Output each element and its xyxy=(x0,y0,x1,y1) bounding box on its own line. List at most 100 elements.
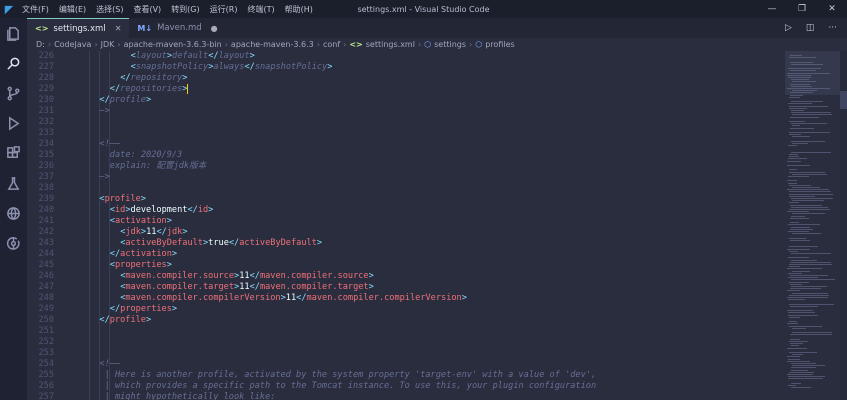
code-line[interactable]: 255 | Here is another profile, activated … xyxy=(27,370,785,381)
minimap-line xyxy=(790,70,816,72)
code-line[interactable]: 253 xyxy=(27,348,785,359)
code-line[interactable]: 228 </repository> xyxy=(27,73,785,84)
code-line[interactable]: 248 <maven.compiler.compilerVersion>11</m… xyxy=(27,293,785,304)
minimize-icon[interactable]: — xyxy=(757,0,787,18)
code-line[interactable]: 244 </activation> xyxy=(27,249,785,260)
chevron-right-icon: › xyxy=(343,40,347,49)
minimap-line xyxy=(791,198,833,199)
breadcrumb-item[interactable]: apache-maven-3.6.3 xyxy=(231,40,314,49)
breadcrumb-item[interactable]: D: xyxy=(36,40,45,49)
menu-go[interactable]: 转到(G) xyxy=(171,4,199,15)
menu-selection[interactable]: 选择(S) xyxy=(96,4,123,15)
remote-explorer-icon[interactable] xyxy=(0,198,27,228)
menu-run[interactable]: 运行(R) xyxy=(210,4,238,15)
code-line[interactable]: 254 <!—— xyxy=(27,359,785,370)
minimap-line xyxy=(790,83,810,85)
menu-edit[interactable]: 编辑(E) xyxy=(59,4,86,15)
code-line[interactable]: 242 <jdk>11</jdk> xyxy=(27,227,785,238)
code-line[interactable]: 243 <activeByDefault>true</activeByDefaul… xyxy=(27,238,785,249)
more-actions-icon[interactable]: ··· xyxy=(828,23,837,33)
code-token: > xyxy=(182,73,188,83)
close-tab-icon[interactable]: ✕ xyxy=(115,24,122,33)
code-line[interactable]: 234 <!—— xyxy=(27,139,785,150)
code-line[interactable]: 226 <layout>default</layout> xyxy=(27,51,785,62)
minimap-line xyxy=(789,121,805,122)
breadcrumb-item[interactable]: apache-maven-3.6.3-bin xyxy=(124,40,222,49)
code-line[interactable]: 240 <id>development</id> xyxy=(27,205,785,216)
minimap-line xyxy=(790,288,821,290)
code-line[interactable]: 239 <profile> xyxy=(27,194,785,205)
explorer-icon[interactable] xyxy=(0,18,27,48)
code-token: id xyxy=(197,205,209,215)
code-token: > xyxy=(171,304,178,314)
code-line[interactable]: 227 <snapshotPolicy>always</snapshotPolic… xyxy=(27,62,785,73)
breadcrumb-item[interactable]: JDK xyxy=(101,40,115,49)
code-token: maven.compiler.source xyxy=(259,271,369,281)
code-line[interactable]: 231 —> xyxy=(27,106,785,117)
code-line[interactable]: 238 xyxy=(27,183,785,194)
code-editor[interactable]: 226 <layout>default</layout> 227 <snapshotP… xyxy=(27,51,785,400)
split-editor-icon[interactable]: ◫ xyxy=(806,23,815,33)
line-number: 257 xyxy=(38,392,54,400)
tab-settings-xml[interactable]: <> settings.xml ✕ xyxy=(27,18,130,38)
code-line[interactable]: 246 <maven.compiler.source>11</maven.comp… xyxy=(27,271,785,282)
code-token: maven.compiler.target xyxy=(125,282,235,292)
minimap[interactable] xyxy=(785,51,840,400)
code-token: default xyxy=(172,51,209,61)
code-line[interactable]: 237 —> xyxy=(27,172,785,183)
line-text: <id>development</id> xyxy=(110,205,214,216)
code-line[interactable]: 235 date: 2020/9/3 xyxy=(27,150,785,161)
code-line[interactable]: 249 </properties> xyxy=(27,304,785,315)
element-icon: ⬡ xyxy=(475,40,483,49)
vertical-scrollbar[interactable] xyxy=(840,51,847,400)
code-line[interactable]: 229 </repositories> xyxy=(27,84,785,95)
minimap-line xyxy=(789,171,825,173)
run-debug-icon[interactable] xyxy=(0,108,27,138)
source-control-icon[interactable] xyxy=(0,78,27,108)
breadcrumb-item[interactable]: profiles xyxy=(485,40,514,49)
minimap-line xyxy=(788,257,809,259)
breadcrumb-item[interactable]: settings xyxy=(434,40,466,49)
testing-icon[interactable] xyxy=(0,168,27,198)
code-line[interactable]: 232 xyxy=(27,117,785,128)
code-line[interactable]: 257 | might hypothetically look like: xyxy=(27,392,785,400)
line-text: | which provides a specific path to the … xyxy=(105,381,597,392)
menu-view[interactable]: 查看(V) xyxy=(133,4,161,15)
maximize-icon[interactable]: ❐ xyxy=(787,0,817,18)
code-line[interactable]: 250 </profile> xyxy=(27,315,785,326)
breadcrumb-item[interactable]: conf xyxy=(323,40,340,49)
breadcrumb-item[interactable]: settings.xml xyxy=(366,40,415,49)
scrollbar-thumb[interactable] xyxy=(840,91,847,109)
code-line[interactable]: 241 <activation> xyxy=(27,216,785,227)
minimap-line xyxy=(792,125,800,127)
line-text: <maven.compiler.compilerVersion>11</mave… xyxy=(120,293,467,304)
search-icon[interactable] xyxy=(0,48,27,78)
code-line[interactable]: 245 <properties> xyxy=(27,260,785,271)
breadcrumb-item[interactable]: CodeJava xyxy=(54,40,91,49)
menu-help[interactable]: 帮助(H) xyxy=(285,4,313,15)
code-line[interactable]: 236 explain: 配置jdk版本 xyxy=(27,161,785,172)
code-line[interactable]: 230 </profile> xyxy=(27,95,785,106)
code-line[interactable]: 233 xyxy=(27,128,785,139)
minimap-line xyxy=(788,176,809,177)
code-line[interactable]: 247 <maven.compiler.target>11</maven.comp… xyxy=(27,282,785,293)
run-icon[interactable]: ▷ xyxy=(785,23,792,33)
minimap-line xyxy=(787,189,829,191)
timeline-icon[interactable] xyxy=(0,228,27,258)
code-token: > xyxy=(461,293,467,303)
menu-terminal[interactable]: 终端(T) xyxy=(247,4,274,15)
tab-maven-md[interactable]: M↓ Maven.md ● xyxy=(129,18,225,38)
close-icon[interactable]: ✕ xyxy=(817,0,847,18)
code-line[interactable]: 256 | which provides a specific path to t… xyxy=(27,381,785,392)
menu-file[interactable]: 文件(F) xyxy=(22,4,49,15)
code-line[interactable]: 252 xyxy=(27,337,785,348)
code-token: </ xyxy=(99,95,110,105)
line-text: </activation> xyxy=(110,249,177,260)
unsaved-dot-icon[interactable]: ● xyxy=(211,24,218,33)
line-number: 228 xyxy=(38,73,54,83)
extensions-icon[interactable] xyxy=(0,138,27,168)
code-token: > xyxy=(182,227,188,237)
line-number: 248 xyxy=(38,293,54,303)
code-line[interactable]: 251 xyxy=(27,326,785,337)
minimap-line xyxy=(789,134,801,136)
